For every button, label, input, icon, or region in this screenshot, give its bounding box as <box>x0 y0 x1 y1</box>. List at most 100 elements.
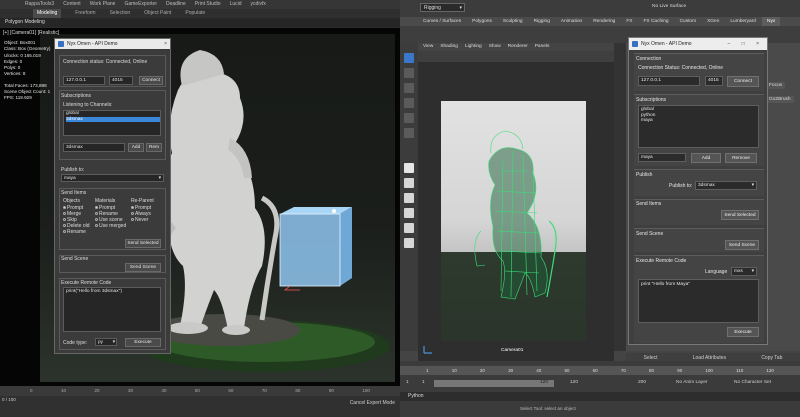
host-input[interactable]: 127.0.0.1 <box>638 76 700 86</box>
list-item[interactable]: maya <box>641 118 758 124</box>
range-bar[interactable] <box>434 380 554 387</box>
tab-selection[interactable]: Selection <box>110 9 131 18</box>
tab-freeform[interactable]: Freeform <box>75 9 95 18</box>
go2brush-tab[interactable]: Go2Brush <box>766 96 794 103</box>
menu-item[interactable]: Lucid <box>230 0 242 9</box>
panel-menu-item[interactable]: Renderer <box>508 43 528 51</box>
channel-list[interactable]: global 3dsmax <box>63 110 161 136</box>
send-selected-button[interactable]: Send Selected <box>721 210 759 220</box>
remove-channel-button[interactable]: Rem <box>146 143 162 152</box>
ribbon-panel[interactable]: Polygon Modeling <box>0 18 400 27</box>
layout-graph-icon[interactable] <box>404 223 414 233</box>
focus-tab[interactable]: Focus <box>766 82 786 89</box>
layout-outliner-icon[interactable] <box>404 208 414 218</box>
port-input[interactable]: 4015 <box>705 76 723 86</box>
code-editor[interactable]: print("Hello from 3dsmax") <box>63 287 161 332</box>
paint-tool-icon[interactable] <box>404 83 414 93</box>
max-timeline[interactable]: 0 10 20 30 40 50 60 70 80 90 100 0 / 100… <box>0 386 400 417</box>
host-input[interactable]: 127.0.0.1 <box>63 76 105 85</box>
shelf-tab[interactable]: Polygons <box>467 17 497 26</box>
frame-counter[interactable]: 0 / 100 <box>2 396 16 403</box>
viewport-label[interactable]: [+] [Camera01] [Realistic] <box>3 30 59 36</box>
range-start-field[interactable]: 1 <box>406 380 409 385</box>
publish-select[interactable]: maya ▾ <box>61 174 164 182</box>
shelf-tab[interactable]: Rigging <box>529 17 555 26</box>
maya-viewport[interactable]: View Shading Lighting Show Renderer Pane… <box>418 43 614 361</box>
shelf-tab[interactable]: FX Caching <box>639 17 674 26</box>
layout-two-icon[interactable] <box>404 193 414 203</box>
lasso-tool-icon[interactable] <box>404 68 414 78</box>
menu-item[interactable]: RappaTools3 <box>25 0 54 9</box>
execute-button[interactable]: Execute <box>727 327 759 337</box>
menu-item[interactable]: Print Studio <box>195 0 221 9</box>
publish-select[interactable]: 3dsmax ▾ <box>695 181 757 190</box>
connect-button[interactable]: Connect <box>727 76 759 87</box>
shelf-tab[interactable]: Custom <box>675 17 702 26</box>
remove-channel-button[interactable]: Remove <box>725 153 757 163</box>
add-channel-button[interactable]: Add <box>128 143 144 152</box>
animation-end-field[interactable]: 200 <box>638 380 646 385</box>
code-editor[interactable]: print "Hello from Maya" <box>638 279 759 323</box>
port-input[interactable]: 4015 <box>109 76 133 85</box>
dialog-titlebar[interactable]: Nyx Omen - API Demo × <box>55 39 170 49</box>
radio-option[interactable]: Never <box>131 217 151 223</box>
send-selected-button[interactable]: Send Selected <box>125 239 161 248</box>
list-item-selected[interactable]: 3dsmax <box>66 116 160 122</box>
panel-menu-item[interactable]: Show <box>489 43 501 51</box>
code-type-select[interactable]: py ▾ <box>95 338 117 346</box>
playback-end-field[interactable]: 120 <box>570 380 578 385</box>
time-ruler[interactable]: 1 10 20 30 40 50 60 70 80 90 100 110 120 <box>400 366 800 375</box>
panel-menu-item[interactable]: Panels <box>535 43 550 51</box>
channel-input[interactable]: 3dsmax <box>63 143 125 152</box>
shelf-tab[interactable]: Sculpting <box>498 17 528 26</box>
range-slider[interactable]: 1 1 120 120 200 No Anim Layer No Charact… <box>400 379 800 388</box>
move-tool-icon[interactable] <box>404 98 414 108</box>
cancel-expert-mode-button[interactable]: Cancel Expert Mode <box>350 400 395 406</box>
channel-list[interactable]: global python maya <box>638 105 759 148</box>
shelf-tab[interactable]: Animation <box>556 17 587 26</box>
character-set-select[interactable]: No Character Set <box>734 380 771 385</box>
select-tool-icon[interactable] <box>404 53 414 63</box>
panel-menu-item[interactable]: Shading <box>440 43 458 51</box>
outliner-strip[interactable] <box>614 43 626 351</box>
shelf-tab[interactable]: Curves / Surfaces <box>418 17 466 26</box>
panel-toolbar[interactable] <box>418 51 614 62</box>
close-icon[interactable]: × <box>164 39 167 49</box>
scale-tool-icon[interactable] <box>404 128 414 138</box>
shelf-tab[interactable]: Lumberyard <box>725 17 761 26</box>
add-channel-button[interactable]: Add <box>691 153 721 163</box>
command-line[interactable]: Python <box>400 392 800 401</box>
layout-single-icon[interactable] <box>404 163 414 173</box>
live-surface-label[interactable]: No Live Surface <box>652 4 686 9</box>
shelf-tab[interactable]: XGen <box>702 17 724 26</box>
anim-layer-select[interactable]: No Anim Layer <box>676 380 707 385</box>
tab-object-paint[interactable]: Object Paint <box>144 9 171 18</box>
rotate-tool-icon[interactable] <box>404 113 414 123</box>
panel-menu-item[interactable]: View <box>423 43 433 51</box>
send-scene-button[interactable]: Send Scene <box>125 263 161 272</box>
tab-modeling[interactable]: Modeling <box>33 9 62 18</box>
language-select[interactable]: mxs ▾ <box>731 267 757 276</box>
window-controls-icon[interactable]: – □ × <box>728 38 765 50</box>
menu-item[interactable]: Work Plane <box>90 0 116 9</box>
shelf-tab-nyx[interactable]: Nyx <box>761 17 781 26</box>
radio-option[interactable]: Rename <box>63 229 90 235</box>
menu-item[interactable]: ycdivfx <box>251 0 266 9</box>
panel-menu-item[interactable]: Lighting <box>465 43 482 51</box>
dialog-titlebar[interactable]: Nyx Omen - API Demo – □ × <box>629 38 767 50</box>
layout-four-icon[interactable] <box>404 178 414 188</box>
menu-set-select[interactable]: Rigging ▾ <box>420 3 465 12</box>
connect-button[interactable]: Connect <box>139 76 163 85</box>
menu-item[interactable]: Deadline <box>166 0 186 9</box>
radio-option[interactable]: Use merged <box>95 223 126 229</box>
shelf-tab[interactable]: FX <box>621 17 637 26</box>
menu-item[interactable]: GameExporter <box>124 0 157 9</box>
python-label[interactable]: Python <box>408 393 424 399</box>
layout-persp-icon[interactable] <box>404 238 414 248</box>
shelf-tab[interactable]: Rendering <box>588 17 620 26</box>
execute-button[interactable]: Execute <box>125 338 161 347</box>
channel-input[interactable]: maya <box>638 153 686 162</box>
playback-start-field[interactable]: 1 <box>422 380 425 385</box>
menu-item[interactable]: Content <box>63 0 81 9</box>
time-ruler[interactable]: 0 10 20 30 40 50 60 70 80 90 100 <box>0 386 400 396</box>
